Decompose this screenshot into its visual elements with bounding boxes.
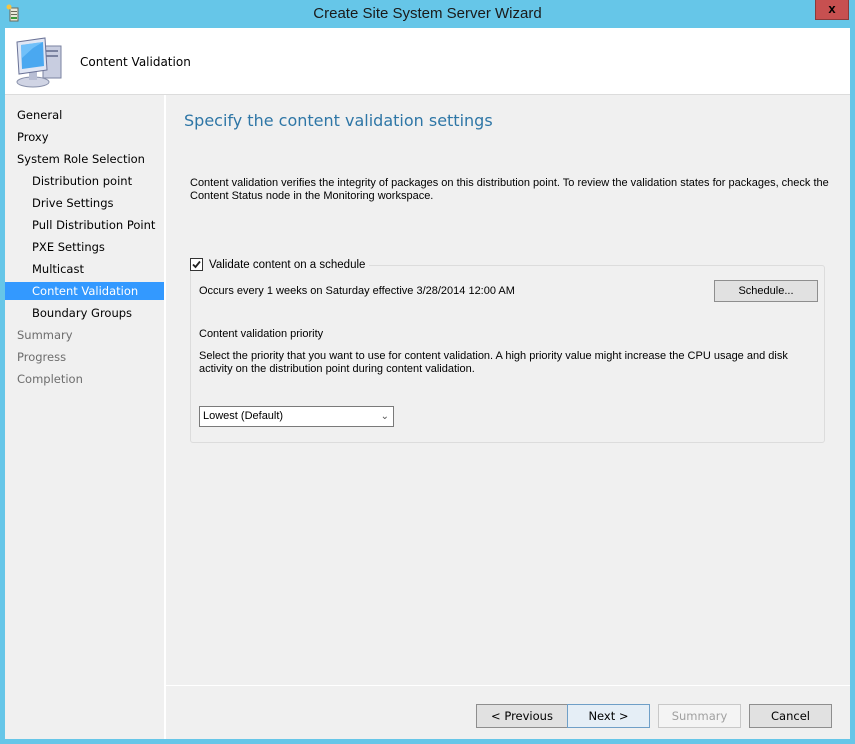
- nav-item-pxe-settings[interactable]: PXE Settings: [5, 238, 164, 256]
- priority-select-value: Lowest (Default): [203, 410, 284, 422]
- schedule-description: Occurs every 1 weeks on Saturday effecti…: [199, 285, 515, 297]
- validate-schedule-row: Validate content on a schedule: [190, 258, 370, 271]
- nav-item-content-validation[interactable]: Content Validation: [5, 282, 164, 300]
- next-button[interactable]: Next >: [567, 704, 650, 728]
- content-panel: Specify the content validation settings …: [166, 95, 850, 685]
- nav-item-pull-distribution-point[interactable]: Pull Distribution Point: [5, 216, 164, 234]
- close-button[interactable]: x: [815, 0, 849, 20]
- close-icon: x: [828, 1, 836, 16]
- nav-item-boundary-groups[interactable]: Boundary Groups: [5, 304, 164, 322]
- computer-icon: [16, 37, 62, 88]
- header-title: Content Validation: [80, 55, 191, 69]
- title-bar: Create Site System Server Wizard x: [0, 0, 855, 28]
- nav-item-proxy[interactable]: Proxy: [5, 128, 164, 146]
- priority-description: Select the priority that you want to use…: [199, 350, 788, 375]
- page-title: Specify the content validation settings: [184, 111, 493, 130]
- wizard-header: Content Validation: [5, 28, 850, 95]
- cancel-button[interactable]: Cancel: [749, 704, 832, 728]
- wizard-window: Content Validation General Proxy System …: [5, 28, 850, 739]
- page-description: Content validation verifies the integrit…: [190, 177, 829, 202]
- validate-schedule-label[interactable]: Validate content on a schedule: [209, 259, 365, 271]
- chevron-down-icon: ⌄: [380, 411, 389, 422]
- previous-button[interactable]: < Previous: [476, 704, 568, 728]
- nav-item-multicast[interactable]: Multicast: [5, 260, 164, 278]
- window-title: Create Site System Server Wizard: [313, 5, 542, 22]
- priority-select[interactable]: Lowest (Default) ⌄: [199, 406, 394, 427]
- summary-button: Summary: [658, 704, 741, 728]
- checkmark-icon: [192, 260, 201, 269]
- nav-item-completion: Completion: [17, 372, 83, 386]
- wizard-nav: General Proxy System Role Selection Dist…: [5, 95, 166, 739]
- nav-item-progress: Progress: [17, 350, 67, 364]
- nav-item-general[interactable]: General: [5, 106, 164, 124]
- footer-divider: [166, 685, 850, 686]
- nav-item-system-role-selection[interactable]: System Role Selection: [5, 150, 164, 168]
- nav-item-drive-settings[interactable]: Drive Settings: [5, 194, 164, 212]
- nav-item-summary: Summary: [17, 328, 73, 342]
- validate-schedule-checkbox[interactable]: [190, 258, 203, 271]
- priority-label: Content validation priority: [199, 328, 324, 340]
- nav-item-distribution-point[interactable]: Distribution point: [5, 172, 164, 190]
- schedule-button[interactable]: Schedule...: [714, 280, 818, 302]
